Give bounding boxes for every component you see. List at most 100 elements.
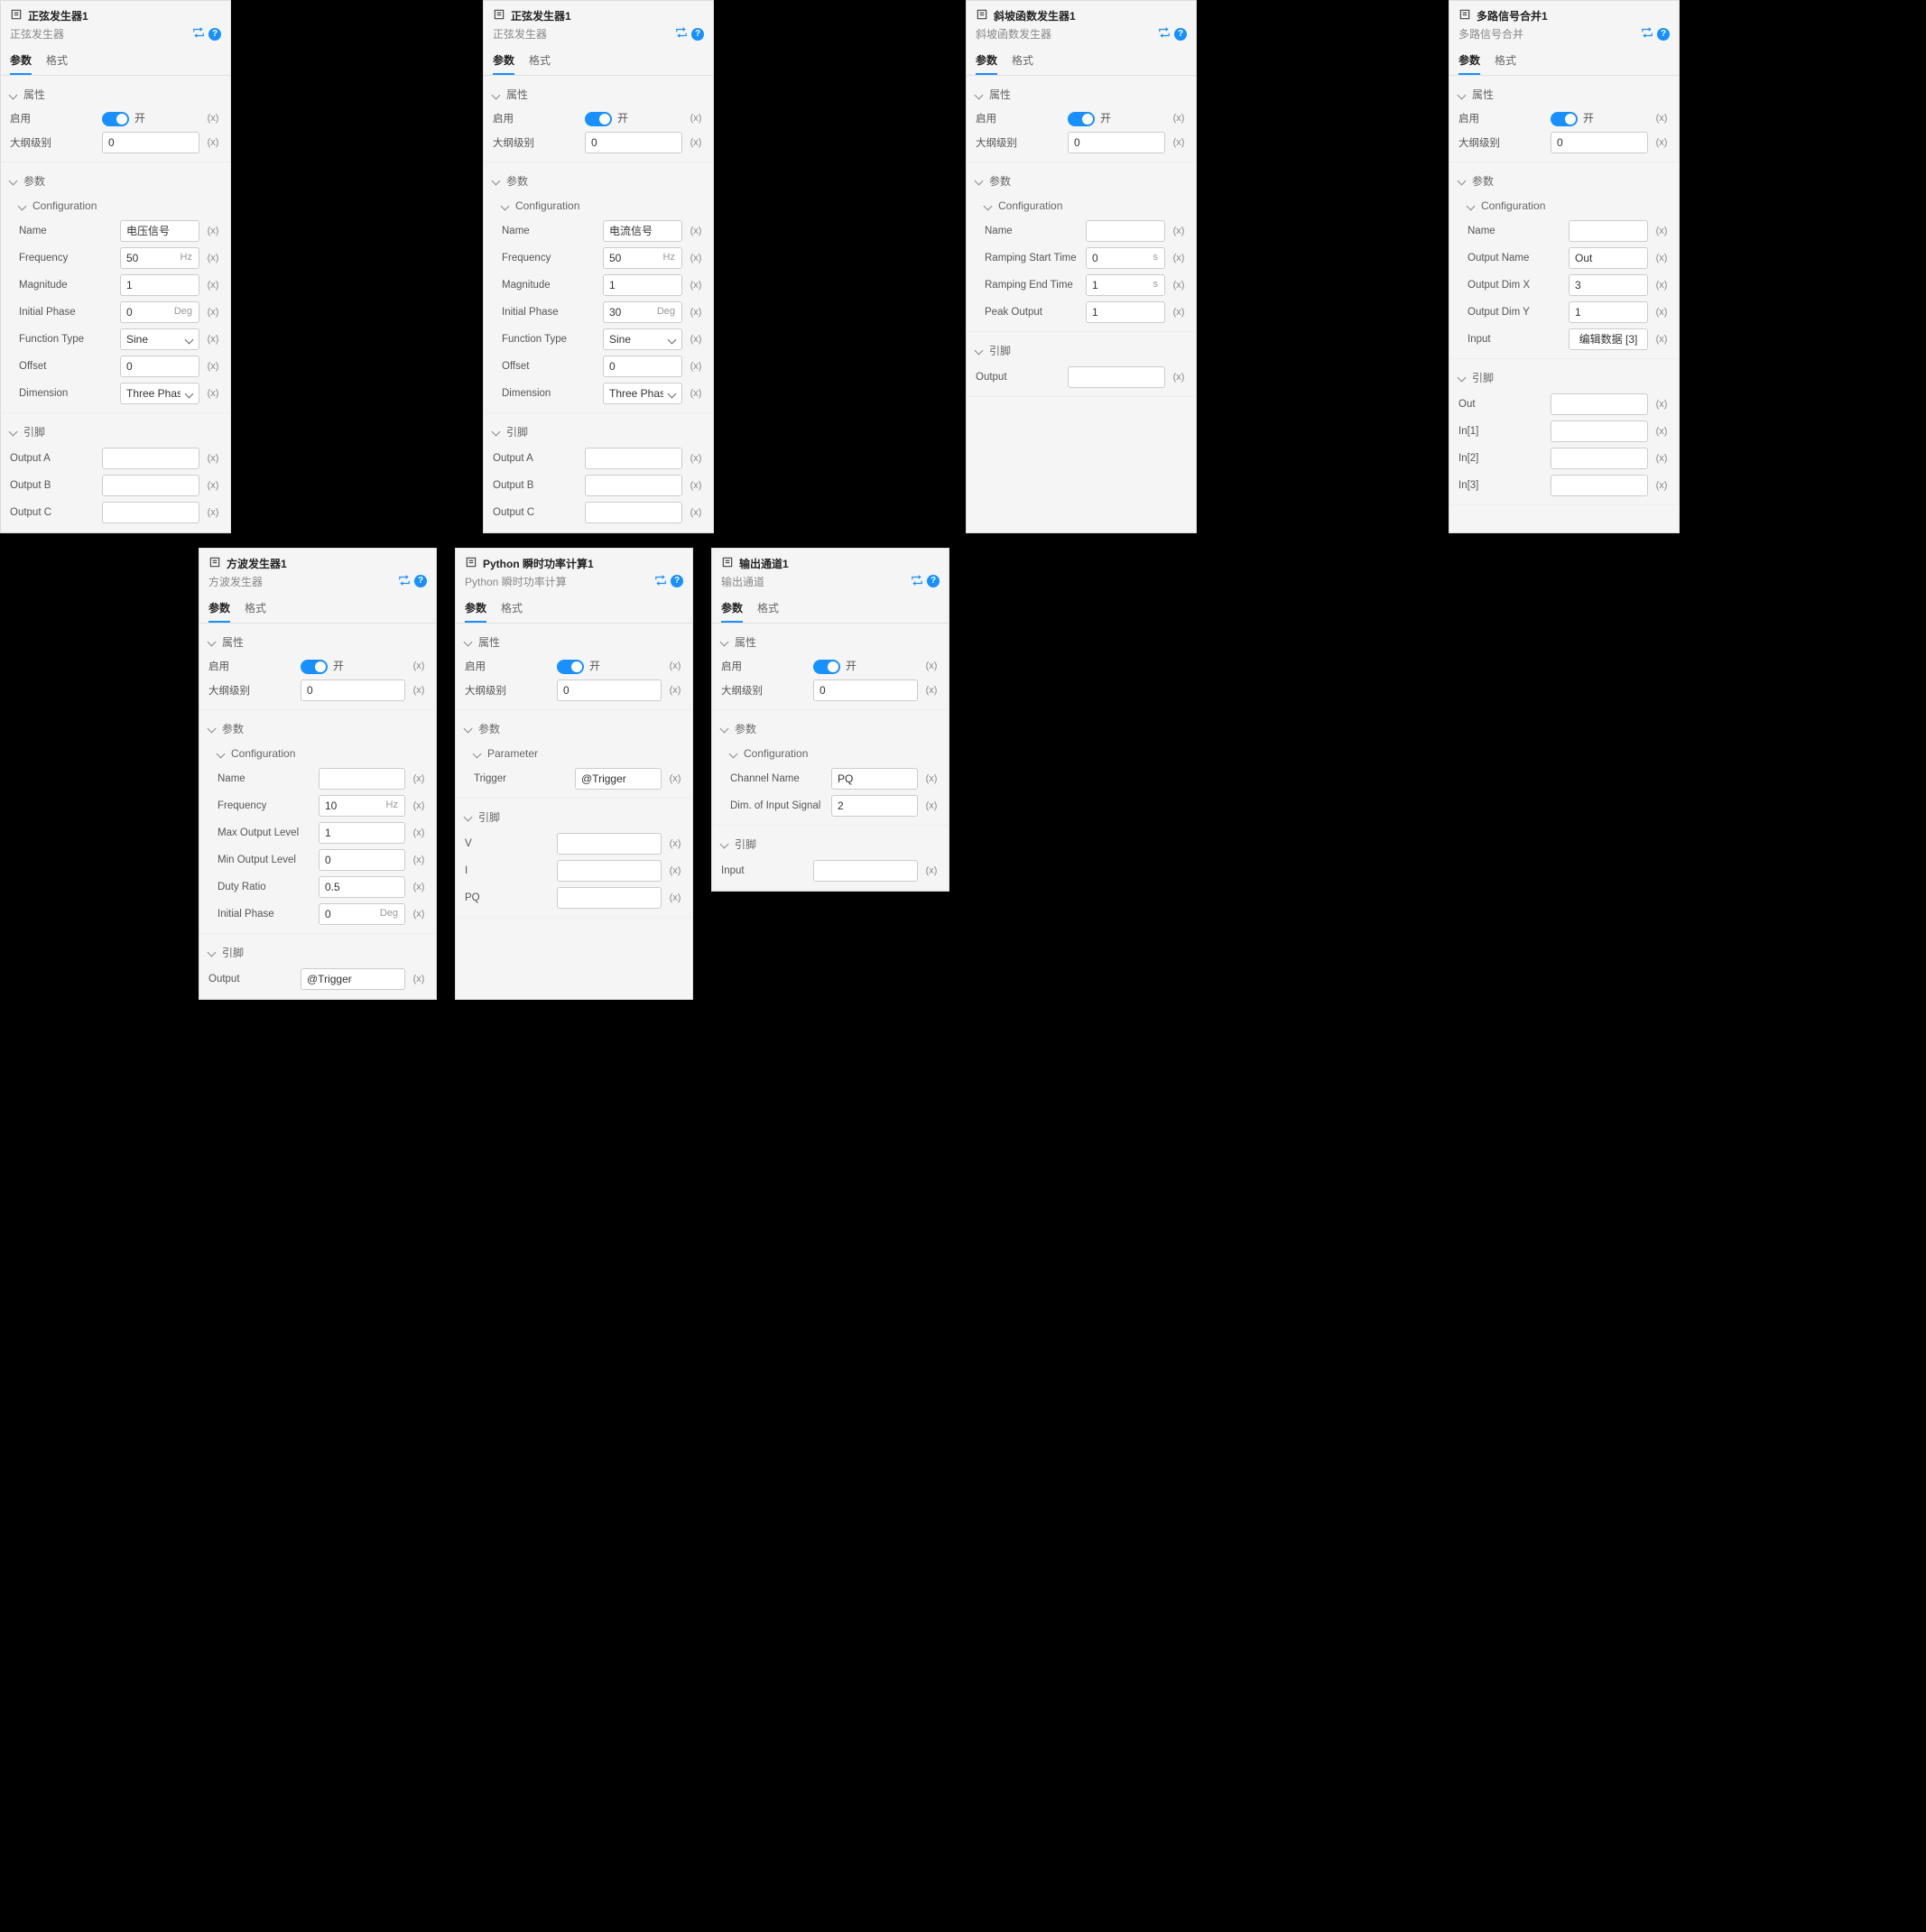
dim-y-input[interactable]: [1569, 301, 1648, 323]
magnitude-input[interactable]: [603, 274, 682, 296]
enable-label: 启用: [10, 111, 97, 125]
dimension-select[interactable]: Three Phase: [120, 383, 199, 404]
frequency-input[interactable]: [319, 795, 405, 817]
tab-format[interactable]: 格式: [245, 600, 266, 623]
function-type-select[interactable]: Sine: [603, 328, 682, 350]
phase-input[interactable]: [603, 301, 682, 323]
help-icon[interactable]: ?: [671, 575, 683, 587]
output-a-input[interactable]: [102, 448, 199, 469]
component-icon: [976, 8, 988, 23]
pin-v-input[interactable]: [557, 833, 662, 855]
min-output-input[interactable]: [319, 849, 405, 871]
panel-mux: 多路信号合并1 多路信号合并? 参数格式 属性 启用开(x) 大纲级别(x) 参…: [1449, 0, 1680, 533]
magnitude-input[interactable]: [120, 274, 199, 296]
frequency-input[interactable]: [603, 247, 682, 269]
outline-label: 大纲级别: [10, 135, 97, 150]
section-config[interactable]: Configuration: [10, 194, 221, 217]
output-b-input[interactable]: [102, 475, 199, 496]
enable-switch[interactable]: [1551, 112, 1578, 126]
help-icon[interactable]: ?: [927, 575, 940, 587]
phase-input[interactable]: [120, 301, 199, 323]
pin-in1-input[interactable]: [1551, 421, 1648, 442]
trigger-input[interactable]: [575, 768, 662, 790]
tab-params[interactable]: 参数: [465, 600, 486, 623]
tab-format[interactable]: 格式: [529, 52, 551, 75]
enable-switch[interactable]: [1068, 112, 1095, 126]
swap-icon[interactable]: [911, 574, 923, 589]
outline-input[interactable]: [557, 679, 662, 701]
outline-input[interactable]: [1551, 132, 1648, 153]
outline-input[interactable]: [301, 679, 405, 701]
outline-input[interactable]: [585, 132, 682, 153]
tab-format[interactable]: 格式: [1012, 52, 1033, 75]
enable-switch[interactable]: [585, 112, 612, 126]
section-attributes[interactable]: 属性: [10, 81, 221, 107]
enable-switch[interactable]: [557, 660, 584, 674]
swap-icon[interactable]: [192, 26, 205, 42]
enable-switch[interactable]: [813, 660, 840, 674]
start-time-input[interactable]: [1086, 247, 1165, 269]
help-icon[interactable]: ?: [1657, 28, 1670, 41]
max-output-input[interactable]: [319, 822, 405, 844]
tab-format[interactable]: 格式: [757, 600, 779, 623]
enable-switch[interactable]: [102, 112, 129, 126]
help-icon[interactable]: ?: [1174, 28, 1187, 41]
name-input[interactable]: [120, 220, 199, 242]
output-c-input[interactable]: [585, 502, 682, 523]
output-name-input[interactable]: [1569, 247, 1648, 269]
section-params[interactable]: 参数: [10, 168, 221, 194]
offset-input[interactable]: [120, 356, 199, 377]
pin-input-input[interactable]: [813, 860, 918, 882]
section-pins[interactable]: 引脚: [10, 419, 221, 445]
output-input[interactable]: [301, 968, 405, 990]
peak-output-input[interactable]: [1086, 301, 1165, 323]
output-input[interactable]: [1068, 366, 1165, 388]
swap-icon[interactable]: [1158, 26, 1171, 42]
tab-params[interactable]: 参数: [1458, 52, 1480, 75]
dimension-select[interactable]: Three Phase: [603, 383, 682, 404]
offset-input[interactable]: [603, 356, 682, 377]
outline-input[interactable]: [1068, 132, 1165, 153]
help-icon[interactable]: ?: [208, 28, 221, 41]
tab-params[interactable]: 参数: [976, 52, 997, 75]
tab-params[interactable]: 参数: [493, 52, 514, 75]
outline-input[interactable]: [813, 679, 918, 701]
tab-params[interactable]: 参数: [208, 600, 230, 623]
pin-out-input[interactable]: [1551, 393, 1648, 415]
pin-pq-input[interactable]: [557, 887, 662, 909]
function-type-select[interactable]: Sine: [120, 328, 199, 350]
outline-input[interactable]: [102, 132, 199, 153]
name-input[interactable]: [319, 768, 405, 790]
tab-format[interactable]: 格式: [46, 52, 68, 75]
clear-icon[interactable]: (x): [205, 113, 221, 124]
name-input[interactable]: [1086, 220, 1165, 242]
channel-name-input[interactable]: [831, 768, 918, 790]
tab-params[interactable]: 参数: [721, 600, 743, 623]
tab-format[interactable]: 格式: [501, 600, 523, 623]
output-b-input[interactable]: [585, 475, 682, 496]
end-time-input[interactable]: [1086, 274, 1165, 296]
swap-icon[interactable]: [675, 26, 688, 42]
frequency-input[interactable]: [120, 247, 199, 269]
duty-ratio-input[interactable]: [319, 876, 405, 898]
pin-i-input[interactable]: [557, 860, 662, 882]
phase-input[interactable]: [319, 903, 405, 925]
tab-format[interactable]: 格式: [1495, 52, 1516, 75]
enable-switch[interactable]: [301, 660, 328, 674]
edit-data-button[interactable]: 编辑数据 [3]: [1569, 328, 1648, 350]
help-icon[interactable]: ?: [691, 28, 704, 41]
swap-icon[interactable]: [398, 574, 411, 589]
pin-in2-input[interactable]: [1551, 448, 1648, 469]
panel-sine-1: 正弦发生器1 正弦发生器 ? 参数格式 属性 启用开(x) 大纲级别(x) 参数…: [0, 0, 231, 533]
dim-input[interactable]: [831, 795, 918, 817]
dim-x-input[interactable]: [1569, 274, 1648, 296]
swap-icon[interactable]: [654, 574, 667, 589]
swap-icon[interactable]: [1641, 26, 1653, 42]
pin-in3-input[interactable]: [1551, 475, 1648, 496]
name-input[interactable]: [603, 220, 682, 242]
output-a-input[interactable]: [585, 448, 682, 469]
help-icon[interactable]: ?: [414, 575, 427, 587]
tab-params[interactable]: 参数: [10, 52, 32, 75]
name-input[interactable]: [1569, 220, 1648, 242]
output-c-input[interactable]: [102, 502, 199, 523]
